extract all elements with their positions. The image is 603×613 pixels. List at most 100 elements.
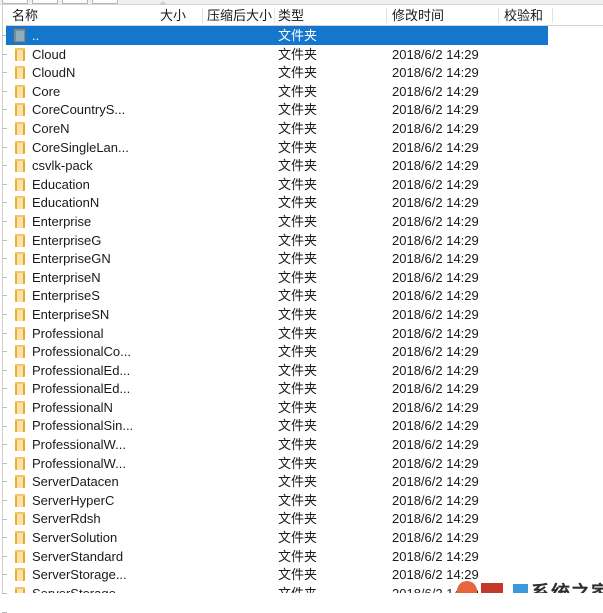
- column-header-packed-size[interactable]: 压缩后大小: [192, 7, 272, 24]
- cell-size: [131, 362, 186, 379]
- cell-modified: 2018/6/2 14:29: [392, 399, 479, 415]
- table-row[interactable]: ServerStandard 文件夹 2018/6/2 14:29: [6, 547, 603, 566]
- sort-ascending-caret-icon[interactable]: [158, 1, 168, 5]
- tree-rail-tick: [2, 611, 7, 613]
- cell-checksum: [504, 101, 564, 118]
- cell-modified: 2018/6/2 14:29: [392, 344, 479, 360]
- cell-size: [131, 46, 186, 63]
- table-row[interactable]: CloudN 文件夹 2018/6/2 14:29: [6, 63, 603, 82]
- table-row[interactable]: EnterpriseGN 文件夹 2018/6/2 14:29: [6, 249, 603, 268]
- table-row[interactable]: CoreN 文件夹 2018/6/2 14:29: [6, 119, 603, 138]
- table-row[interactable]: ProfessionalEd... 文件夹 2018/6/2 14:29: [6, 361, 603, 380]
- table-row[interactable]: EnterpriseN 文件夹 2018/6/2 14:29: [6, 268, 603, 287]
- folder-icon: [15, 475, 25, 489]
- cell-modified: 2018/6/2 14:29: [392, 139, 479, 155]
- column-divider[interactable]: [274, 8, 275, 23]
- folder-icon: [15, 493, 25, 507]
- cell-type: 文件夹: [278, 176, 318, 192]
- file-list[interactable]: .. 文件夹 Cloud 文件夹 2018/6/2 14:29 CloudN 文件夹 2018…: [6, 26, 603, 593]
- table-row[interactable]: EnterpriseS 文件夹 2018/6/2 14:29: [6, 286, 603, 305]
- table-row[interactable]: ServerRdsh 文件夹 2018/6/2 14:29: [6, 509, 603, 528]
- table-row[interactable]: Cloud 文件夹 2018/6/2 14:29: [6, 45, 603, 64]
- cell-packed-size: [192, 585, 272, 593]
- cell-checksum: [504, 83, 564, 100]
- column-divider[interactable]: [202, 8, 203, 23]
- folder-icon: [15, 252, 25, 266]
- table-row[interactable]: EnterpriseG 文件夹 2018/6/2 14:29: [6, 231, 603, 250]
- cell-size: [131, 306, 186, 323]
- cell-type: 文件夹: [278, 362, 318, 378]
- cell-packed-size: [192, 436, 272, 453]
- table-row[interactable]: ProfessionalEd... 文件夹 2018/6/2 14:29: [6, 379, 603, 398]
- table-row[interactable]: CoreCountryS... 文件夹 2018/6/2 14:29: [6, 100, 603, 119]
- folder-icon: [15, 140, 25, 154]
- toolbar-button-2[interactable]: [32, 0, 58, 4]
- cell-packed-size: [192, 46, 272, 63]
- cell-type: 文件夹: [278, 28, 318, 43]
- folder-icon: [15, 400, 25, 414]
- cell-size: [131, 380, 186, 397]
- table-row[interactable]: Professional 文件夹 2018/6/2 14:29: [6, 324, 603, 343]
- table-row[interactable]: ProfessionalW... 文件夹 2018/6/2 14:29: [6, 435, 603, 454]
- column-divider[interactable]: [386, 8, 387, 23]
- table-row[interactable]: ProfessionalCo... 文件夹 2018/6/2 14:29: [6, 342, 603, 361]
- cell-packed-size: [192, 362, 272, 379]
- table-row[interactable]: Enterprise 文件夹 2018/6/2 14:29: [6, 212, 603, 231]
- column-divider[interactable]: [552, 8, 553, 23]
- table-row[interactable]: Core 文件夹 2018/6/2 14:29: [6, 82, 603, 101]
- table-row[interactable]: CoreSingleLan... 文件夹 2018/6/2 14:29: [6, 138, 603, 157]
- cell-checksum: [504, 120, 564, 137]
- folder-icon: [15, 66, 25, 80]
- table-row[interactable]: EducationN 文件夹 2018/6/2 14:29: [6, 193, 603, 212]
- folder-icon: [15, 196, 25, 210]
- table-row[interactable]: Education 文件夹 2018/6/2 14:29: [6, 175, 603, 194]
- cell-type: 文件夹: [278, 474, 318, 490]
- toolbar-button-3[interactable]: [62, 0, 88, 4]
- cell-packed-size: [192, 287, 272, 304]
- table-row[interactable]: .. 文件夹: [6, 26, 548, 45]
- cell-checksum: [504, 510, 564, 527]
- cell-packed-size: [192, 83, 272, 100]
- cell-modified: 2018/6/2 14:29: [392, 437, 479, 453]
- column-header-size[interactable]: 大小: [131, 7, 186, 24]
- cell-packed-size: [192, 269, 272, 286]
- table-row[interactable]: ProfessionalSin... 文件夹 2018/6/2 14:29: [6, 416, 603, 435]
- cell-type: 文件夹: [278, 83, 318, 99]
- cell-type: 文件夹: [278, 269, 318, 285]
- folder-icon: [15, 345, 25, 359]
- column-header-row: 名称 大小 压缩后大小 类型 修改时间 校验和: [6, 1, 603, 26]
- cell-type: 文件夹: [278, 511, 318, 527]
- watermark-text: 系统之家: [531, 578, 603, 593]
- cell-size: [131, 83, 186, 100]
- table-row[interactable]: ServerHyperC 文件夹 2018/6/2 14:29: [6, 491, 603, 510]
- table-row[interactable]: ProfessionalW... 文件夹 2018/6/2 14:29: [6, 454, 603, 473]
- column-divider[interactable]: [498, 8, 499, 23]
- table-row[interactable]: EnterpriseSN 文件夹 2018/6/2 14:29: [6, 305, 603, 324]
- table-row[interactable]: ServerSolution 文件夹 2018/6/2 14:29: [6, 528, 603, 547]
- cell-packed-size: [192, 343, 272, 360]
- table-row[interactable]: ProfessionalN 文件夹 2018/6/2 14:29: [6, 398, 603, 417]
- table-row[interactable]: ServerDatacen 文件夹 2018/6/2 14:29: [6, 472, 603, 491]
- cell-checksum: [504, 139, 564, 156]
- toolbar-button-4[interactable]: [92, 0, 118, 4]
- cell-size: [131, 194, 186, 211]
- cell-size: [131, 436, 186, 453]
- cell-modified: 2018/6/2 14:29: [392, 381, 479, 397]
- cell-size: [131, 492, 186, 509]
- folder-icon: [15, 233, 25, 247]
- cell-checksum: [504, 306, 564, 323]
- column-header-type[interactable]: 类型: [278, 7, 304, 24]
- folder-icon: [15, 159, 25, 173]
- folder-icon: [15, 84, 25, 98]
- table-row[interactable]: csvlk-pack 文件夹 2018/6/2 14:29: [6, 156, 603, 175]
- cell-checksum: [504, 548, 564, 565]
- column-header-checksum[interactable]: 校验和: [504, 7, 543, 24]
- toolbar-button-1[interactable]: [2, 0, 28, 4]
- column-header-modified[interactable]: 修改时间: [392, 7, 444, 24]
- cell-modified: 2018/6/2 14:29: [392, 213, 479, 229]
- column-header-name[interactable]: 名称: [12, 7, 38, 24]
- cell-packed-size: [192, 176, 272, 193]
- cell-size: [131, 417, 186, 434]
- cell-type: 文件夹: [278, 195, 318, 211]
- cell-type: 文件夹: [278, 158, 318, 174]
